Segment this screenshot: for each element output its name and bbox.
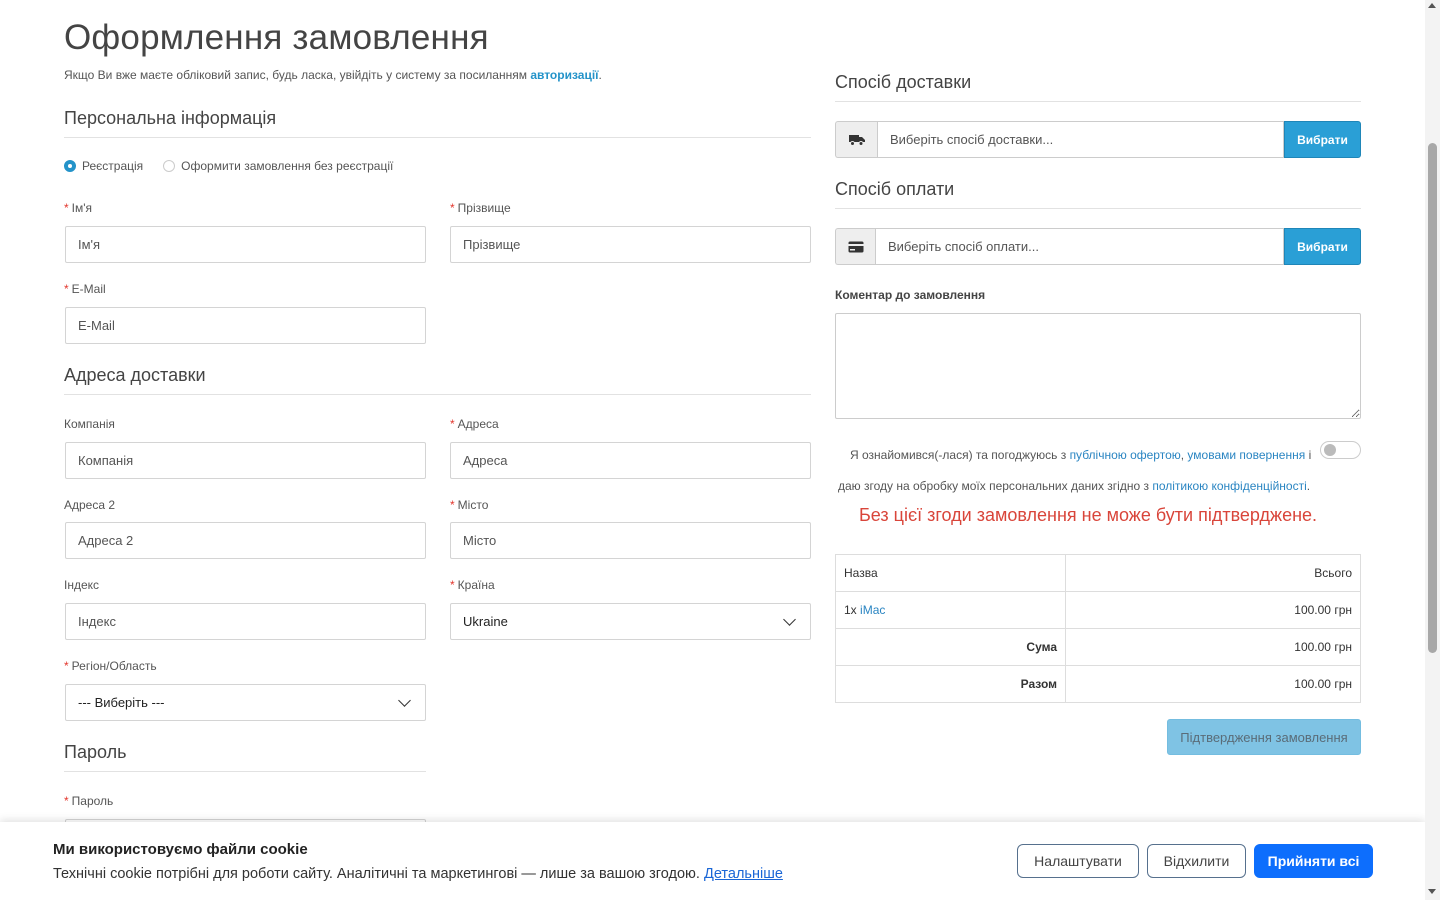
email-label: * E-Mail xyxy=(64,282,106,296)
payment-heading: Спосіб оплати xyxy=(835,179,1361,209)
scrollbar-thumb[interactable] xyxy=(1428,143,1437,653)
item-total: 100.00 грн xyxy=(1065,591,1361,629)
chevron-down-icon xyxy=(783,612,796,626)
scroll-up-icon[interactable] xyxy=(1428,3,1436,8)
cookie-accept-button[interactable]: Прийняти всі xyxy=(1254,844,1373,878)
comment-textarea[interactable] xyxy=(835,313,1361,419)
company-label: Компанія xyxy=(64,417,115,431)
address2-input[interactable] xyxy=(65,522,426,559)
cookie-banner: Ми використовуємо файли cookie Технічні … xyxy=(0,822,1425,900)
lastname-label: * Прізвище xyxy=(450,201,511,215)
country-label: * Країна xyxy=(450,578,495,592)
login-link[interactable]: авторизації xyxy=(530,68,598,82)
firstname-label: * Ім'я xyxy=(64,201,93,215)
shipping-method-group: Вибрати xyxy=(835,121,1361,158)
product-link[interactable]: iMac xyxy=(860,603,885,617)
page-title: Оформлення замовлення xyxy=(64,18,489,57)
header-name: Назва xyxy=(835,554,1066,592)
cookie-title: Ми використовуємо файли cookie xyxy=(53,841,308,858)
subtotal-row: Сума 100.00 грн xyxy=(835,628,1361,666)
credit-card-icon xyxy=(835,228,875,265)
account-type-radios: Реєстрація Оформити замовлення без реєст… xyxy=(64,159,413,173)
password-label: * Пароль xyxy=(64,794,114,808)
agreement-text: Я ознайомився(-лася) та погоджуюсь з пуб… xyxy=(838,448,1312,493)
cookie-reject-button[interactable]: Відхилити xyxy=(1147,844,1246,878)
return-terms-link[interactable]: умовами повернення xyxy=(1187,448,1305,462)
subtotal-label: Сума xyxy=(835,628,1066,666)
agreement-toggle[interactable] xyxy=(1320,441,1361,459)
login-note: Якщо Ви вже маєте обліковий запис, будь … xyxy=(64,68,602,82)
checkout-page: Оформлення замовлення Якщо Ви вже маєте … xyxy=(0,0,1425,900)
radio-register[interactable]: Реєстрація xyxy=(64,159,143,173)
total-label: Разом xyxy=(835,665,1066,703)
radio-guest-icon[interactable] xyxy=(163,160,176,172)
region-select[interactable]: --- Виберіть --- xyxy=(65,684,426,721)
city-label: * Місто xyxy=(450,498,489,512)
lastname-input[interactable] xyxy=(450,226,811,263)
region-label: * Регіон/Область xyxy=(64,659,157,673)
shipping-heading: Спосіб доставки xyxy=(835,72,1361,102)
item-cell: 1x iMac xyxy=(835,591,1066,629)
payment-method-group: Вибрати xyxy=(835,228,1361,265)
personal-heading: Персональна інформація xyxy=(64,108,811,138)
postcode-input[interactable] xyxy=(65,603,426,640)
comment-label: Коментар до замовлення xyxy=(835,288,986,302)
header-total: Всього xyxy=(1065,554,1361,592)
company-input[interactable] xyxy=(65,442,426,479)
scrollbar[interactable] xyxy=(1425,0,1440,900)
country-select[interactable]: Ukraine xyxy=(450,603,811,640)
address1-label: * Адреса xyxy=(450,417,499,431)
cookie-settings-button[interactable]: Налаштувати xyxy=(1017,844,1139,878)
privacy-policy-link[interactable]: політикою конфіденційності xyxy=(1152,479,1306,493)
confirm-order-button[interactable]: Підтвердження замовлення xyxy=(1167,719,1361,755)
truck-icon xyxy=(835,121,877,158)
firstname-input[interactable] xyxy=(65,226,426,263)
agreement-warning: Без цієї згоди замовлення не може бути п… xyxy=(858,505,1318,525)
choose-shipping-button[interactable]: Вибрати xyxy=(1284,121,1361,158)
total-value: 100.00 грн xyxy=(1065,665,1361,703)
table-row: 1x iMac 100.00 грн xyxy=(835,591,1361,629)
password-heading: Пароль xyxy=(64,742,426,772)
postcode-label: Індекс xyxy=(64,578,100,592)
scroll-down-icon[interactable] xyxy=(1428,889,1436,894)
radio-guest[interactable]: Оформити замовлення без реєстрації xyxy=(163,159,393,173)
cookie-details-link[interactable]: Детальніше xyxy=(704,866,783,882)
public-offer-link[interactable]: публічною офертою xyxy=(1070,448,1181,462)
email-input[interactable] xyxy=(65,307,426,344)
radio-register-icon[interactable] xyxy=(64,160,76,172)
chevron-down-icon xyxy=(398,693,411,707)
cookie-text: Технічні cookie потрібні для роботи сайт… xyxy=(53,866,783,882)
shipping-method-input[interactable] xyxy=(877,121,1284,158)
order-summary-table: Назва Всього 1x iMac 100.00 грн Сума 100… xyxy=(835,554,1361,703)
choose-payment-button[interactable]: Вибрати xyxy=(1284,228,1361,265)
subtotal-value: 100.00 грн xyxy=(1065,628,1361,666)
address-heading: Адреса доставки xyxy=(64,365,811,395)
address2-label: Адреса 2 xyxy=(64,498,116,512)
table-header-row: Назва Всього xyxy=(835,554,1361,592)
payment-method-input[interactable] xyxy=(875,228,1284,265)
total-row: Разом 100.00 грн xyxy=(835,665,1361,703)
toggle-knob xyxy=(1324,444,1336,456)
address1-input[interactable] xyxy=(450,442,811,479)
city-input[interactable] xyxy=(450,522,811,559)
